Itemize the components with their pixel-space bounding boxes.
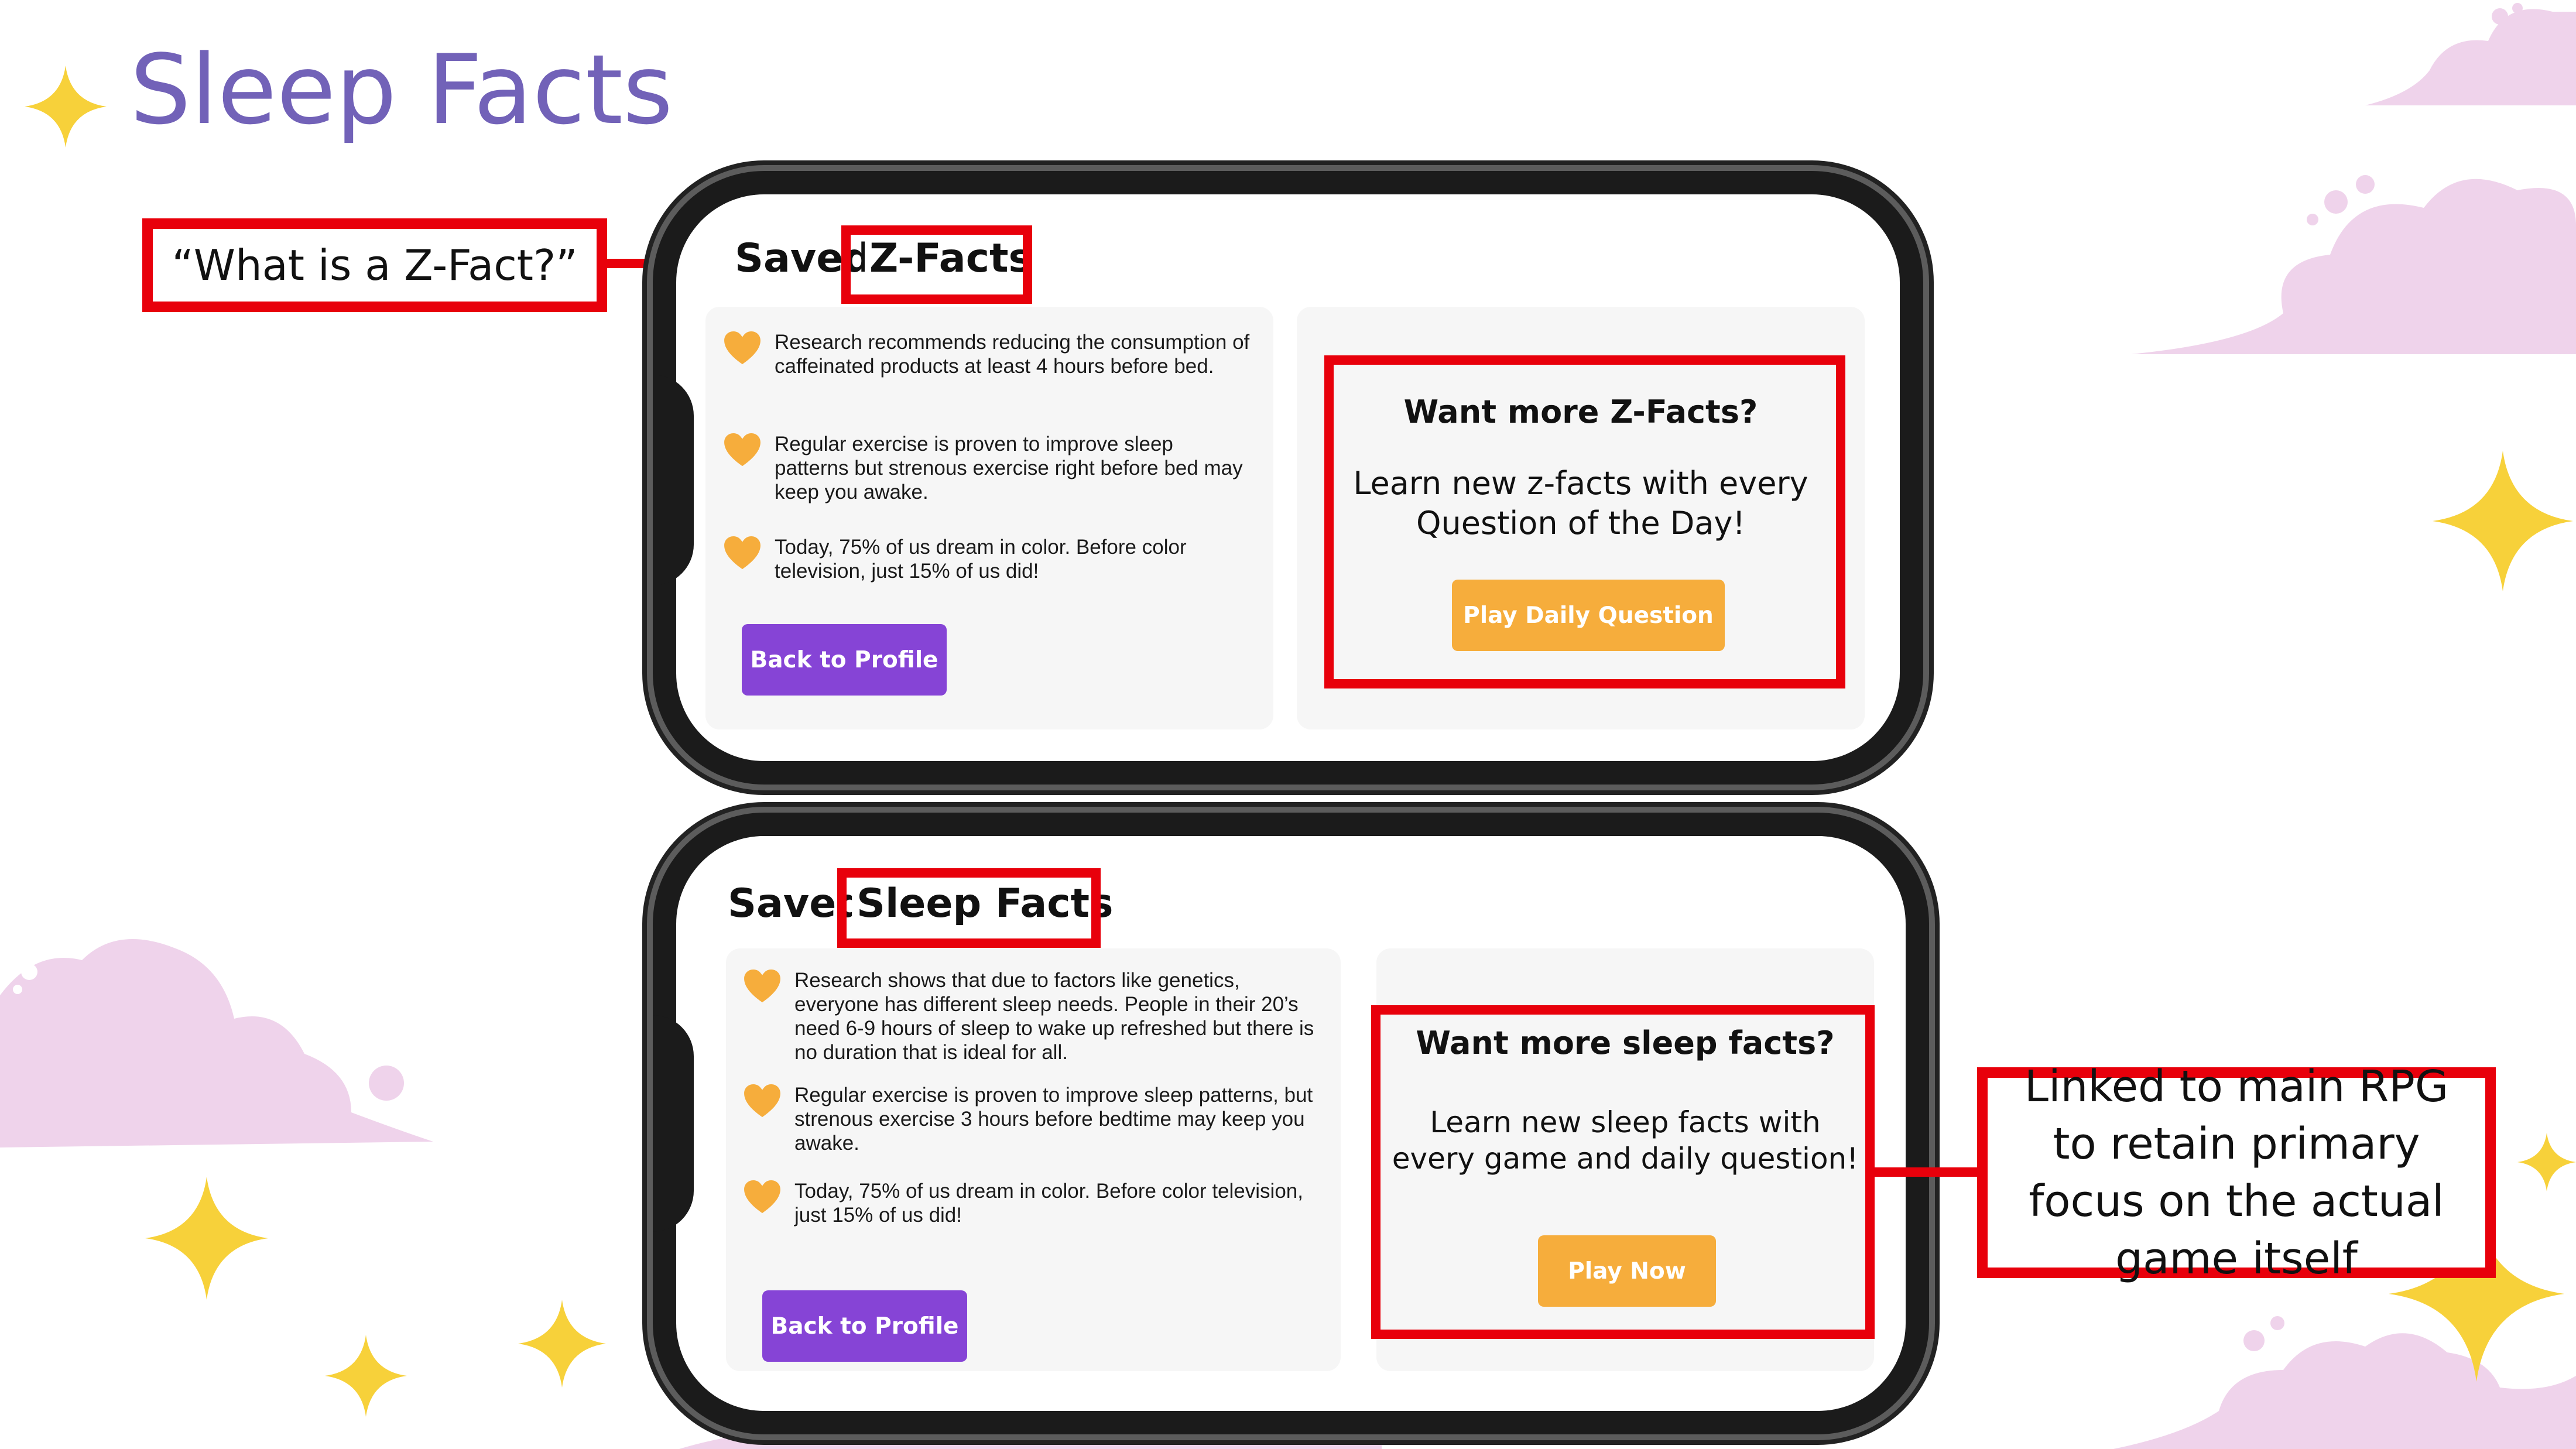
fact-text: Today, 75% of us dream in color. Before … [794,1180,1303,1227]
back-to-profile-button[interactable]: Back to Profile [742,624,947,696]
heart-icon [744,1180,780,1214]
callout-rpg-note: Linked to main RPG to retain primary foc… [1977,1061,2496,1284]
fact-text: Regular exercise is proven to improve sl… [794,1084,1313,1155]
slide-title: Sleep Facts [130,34,673,146]
cloud-left-middle [0,939,433,1147]
cloud-right-middle [2131,175,2576,354]
phone-top-notch [653,375,694,585]
highlight-zfacts-heading [841,225,1032,304]
heart-icon [724,433,761,467]
highlight-top-promo [1324,355,1845,688]
phone-top-fact-2: Regular exercise is proven to improve sl… [724,432,1251,504]
phone-bottom-notch [653,1015,694,1232]
heart-icon [744,970,780,1003]
phone-top-fact-1: Research recommends reducing the consump… [724,330,1251,378]
fact-text: Today, 75% of us dream in color. Before … [775,536,1187,583]
heart-icon [724,331,761,365]
heart-icon [744,1084,780,1118]
sparkle-title-icon [25,66,107,148]
fact-text: Regular exercise is proven to improve sl… [775,433,1243,503]
highlight-sleep-facts-heading [837,868,1101,948]
fact-text: Research recommends reducing the consump… [775,331,1250,378]
fact-text: Research shows that due to factors like … [794,969,1314,1064]
connector-line-bottom [1873,1167,1982,1177]
phone-bottom-fact-2: Regular exercise is proven to improve sl… [744,1083,1330,1155]
cloud-top-right [2365,3,2576,105]
back-to-profile-button[interactable]: Back to Profile [762,1290,967,1362]
phone-bottom-fact-1: Research shows that due to factors like … [744,968,1330,1064]
sparkle-bottom-left-small-icon [325,1335,407,1417]
phone-top-fact-3: Today, 75% of us dream in color. Before … [724,535,1251,583]
heart-icon [724,536,761,570]
callout-zfact-question: “What is a Z-Fact?” [142,218,607,312]
highlight-bottom-promo [1371,1005,1875,1339]
sparkle-bottom-left-large-icon [145,1177,268,1300]
sparkle-bottom-middle-icon [518,1300,606,1388]
sparkle-right-edge-icon [2517,1133,2576,1191]
phone-bottom-fact-3: Today, 75% of us dream in color. Before … [744,1179,1330,1227]
sparkle-right-icon [2433,451,2573,591]
